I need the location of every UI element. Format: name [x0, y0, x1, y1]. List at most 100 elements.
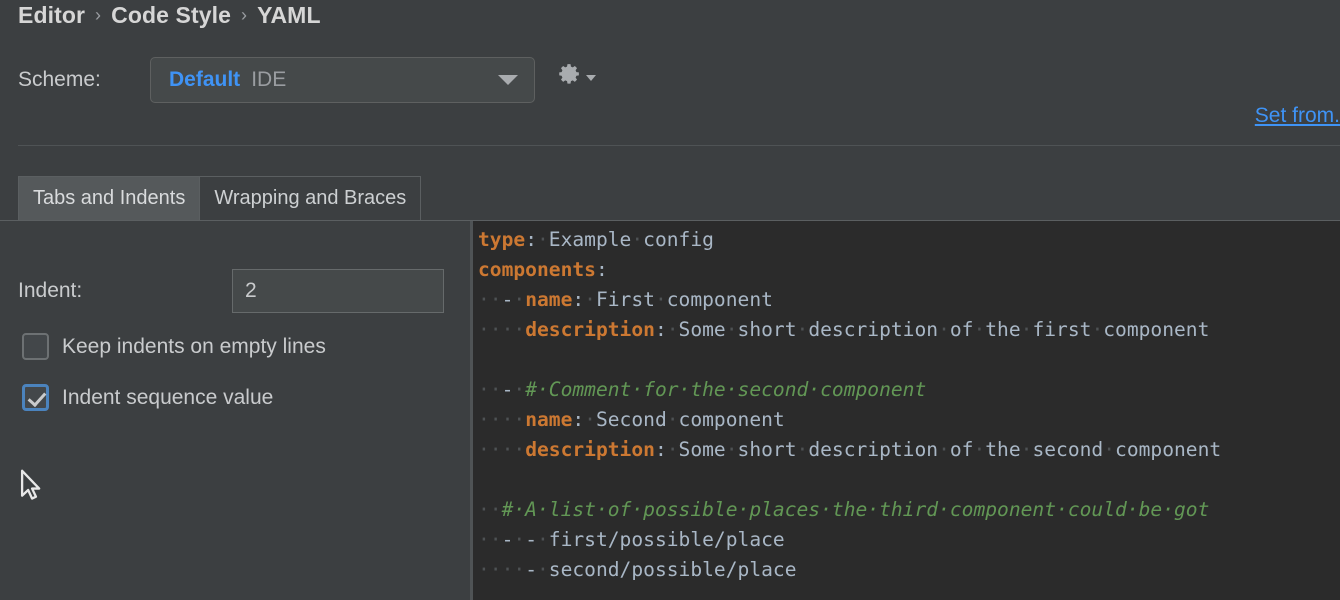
breadcrumb-separator-icon: › — [95, 5, 102, 25]
code-token: First — [595, 288, 655, 311]
code-token: · — [938, 318, 950, 341]
header-divider — [18, 145, 1340, 146]
code-token: ···· — [478, 408, 526, 431]
code-token: · — [938, 438, 950, 461]
code-token: · — [666, 408, 679, 431]
code-token: of — [949, 318, 974, 341]
code-token: Example — [548, 228, 632, 251]
code-token: : — [595, 258, 608, 281]
code-token: · — [725, 318, 738, 341]
code-token: · — [666, 318, 679, 341]
code-token: : — [572, 288, 585, 311]
breadcrumb-item-yaml: YAML — [257, 2, 321, 28]
breadcrumb-item-code-style[interactable]: Code Style — [111, 2, 231, 29]
indent-setting-row: Indent: — [18, 269, 444, 313]
code-token: : — [654, 318, 667, 341]
code-line: ··#·A·list·of·possible·places·the·third·… — [478, 495, 1221, 525]
code-token: ·· — [478, 528, 502, 551]
code-token: · — [631, 228, 644, 251]
gear-icon — [559, 64, 579, 84]
code-token: of — [949, 438, 974, 461]
code-token: - — [501, 528, 514, 551]
code-token: type — [478, 228, 526, 251]
code-token: · — [796, 438, 809, 461]
checkbox-row-keep-indents[interactable]: Keep indents on empty lines — [22, 333, 326, 360]
code-token: description — [808, 318, 939, 341]
code-line: ····-·second/possible/place — [478, 555, 1221, 585]
code-line: ····description:·Some·short·description·… — [478, 435, 1221, 465]
code-line: ··-·name:·First·component — [478, 285, 1221, 315]
code-token: · — [584, 288, 596, 311]
set-from-link[interactable]: Set from. — [1255, 104, 1340, 128]
mouse-cursor-icon — [20, 469, 41, 500]
code-token: the — [985, 438, 1021, 461]
code-line: ··-·-·first/possible/place — [478, 525, 1221, 555]
code-token: #·A·list·of·possible·places·the·third·co… — [501, 498, 1210, 521]
code-token: · — [1103, 438, 1116, 461]
code-token: : — [654, 438, 667, 461]
code-preview-content: type:·Example·config components: ··-·name:… — [478, 225, 1221, 585]
code-token: ···· — [478, 558, 526, 581]
code-token: short — [737, 438, 797, 461]
code-token: · — [1091, 318, 1104, 341]
code-token: - — [525, 528, 537, 551]
code-token: ···· — [478, 318, 526, 341]
code-token: Some — [678, 438, 726, 461]
scheme-row: Scheme: Default IDE — [18, 57, 535, 103]
keep-indents-checkbox[interactable] — [22, 333, 49, 360]
breadcrumb-separator-icon: › — [241, 5, 248, 25]
checkbox-row-indent-sequence[interactable]: Indent sequence value — [22, 384, 273, 411]
code-token: · — [536, 528, 549, 551]
code-token: · — [513, 288, 526, 311]
code-token: - — [501, 378, 514, 401]
code-token: ···· — [478, 438, 526, 461]
code-token: components — [478, 258, 596, 281]
code-token: · — [513, 528, 526, 551]
code-token: · — [536, 228, 549, 251]
code-token: name — [525, 288, 573, 311]
code-token: first/possible/place — [548, 528, 785, 551]
code-token: Second — [595, 408, 667, 431]
code-token: · — [513, 378, 526, 401]
chevron-down-icon[interactable] — [498, 75, 518, 85]
code-token: component — [678, 408, 785, 431]
tab-tabs-and-indents[interactable]: Tabs and Indents — [19, 177, 201, 220]
code-token: ·· — [478, 498, 502, 521]
scheme-selected-value: Default — [169, 68, 241, 91]
code-line: type:·Example·config — [478, 225, 1221, 255]
code-line: ··-·#·Comment·for·the·second·component — [478, 375, 1221, 405]
code-token: config — [643, 228, 714, 251]
code-token: · — [725, 438, 738, 461]
breadcrumb-item-editor[interactable]: Editor — [18, 2, 85, 29]
indent-label: Indent: — [18, 279, 83, 302]
chevron-down-icon[interactable] — [586, 74, 596, 81]
code-line: ····name:·Second·component — [478, 405, 1221, 435]
code-token: component — [1115, 438, 1222, 461]
content-area: Indent: Keep indents on empty lines Inde… — [0, 220, 1340, 600]
code-token: description — [525, 438, 655, 461]
code-preview-editor[interactable]: type:·Example·config components: ··-·name:… — [473, 221, 1340, 600]
code-token: second — [1032, 438, 1104, 461]
code-token: · — [584, 408, 596, 431]
scheme-settings-button[interactable] — [556, 62, 596, 88]
code-token: the — [985, 318, 1021, 341]
code-token: name — [525, 408, 573, 431]
code-token: ·· — [478, 378, 502, 401]
indent-input[interactable] — [232, 269, 444, 313]
tab-wrapping-and-braces[interactable]: Wrapping and Braces — [200, 177, 421, 220]
scheme-dropdown[interactable]: Default IDE — [150, 57, 535, 103]
code-token: · — [1020, 318, 1033, 341]
code-token: · — [796, 318, 809, 341]
code-token: · — [654, 288, 667, 311]
indent-sequence-checkbox[interactable] — [22, 384, 49, 411]
code-token: - — [501, 288, 514, 311]
code-token: description — [808, 438, 939, 461]
code-token: component — [1103, 318, 1210, 341]
code-token: first — [1032, 318, 1092, 341]
breadcrumb: Editor › Code Style › YAML — [18, 2, 321, 29]
code-token: : — [525, 228, 537, 251]
code-token: ·· — [478, 288, 502, 311]
code-token: : — [572, 408, 585, 431]
code-token: second/possible/place — [548, 558, 797, 581]
